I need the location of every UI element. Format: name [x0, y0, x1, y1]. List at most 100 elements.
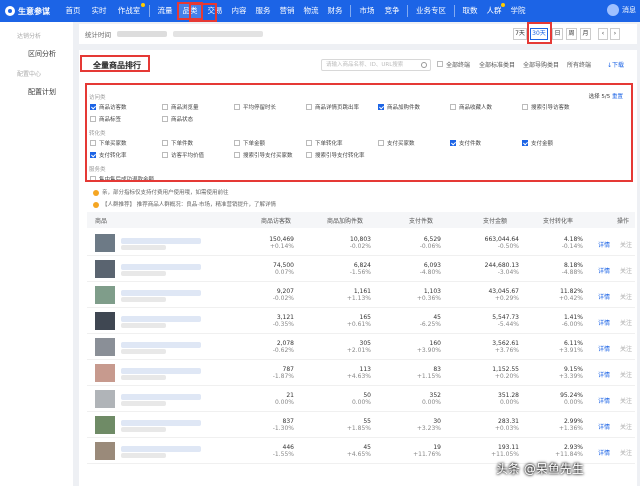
detail-link[interactable]: 详情: [598, 344, 610, 353]
cell-value: 165: [359, 314, 371, 321]
nav-content[interactable]: 内容: [227, 0, 251, 22]
search-input[interactable]: 请输入商品名称、ID、URL搜索: [321, 59, 431, 71]
nav-traffic[interactable]: 流量: [153, 0, 177, 22]
follow-link[interactable]: 关注: [620, 240, 632, 249]
cell-change: +1.85%: [346, 425, 371, 432]
product-name-redacted[interactable]: [121, 264, 201, 270]
notice-crowd: 【人群推荐】 推荐商品人群概况：良品·市场，精准营销提升，了解详情: [93, 200, 276, 208]
terminal-checkbox[interactable]: [437, 61, 443, 67]
user-menu[interactable]: 消息: [607, 4, 636, 16]
prev-icon[interactable]: ‹: [598, 28, 608, 40]
col-pay-amount[interactable]: 支付金额: [483, 216, 507, 225]
cell-value: 3,121: [276, 314, 294, 321]
table-cell: 9,207 -0.02%: [244, 288, 294, 302]
nav-marketing[interactable]: 营销: [275, 0, 299, 22]
follow-link[interactable]: 关注: [620, 448, 632, 457]
nav-market[interactable]: 市场: [354, 0, 380, 22]
range-day[interactable]: 日: [552, 28, 563, 40]
cell-change: -6.25%: [419, 321, 441, 328]
download-button[interactable]: ↓下载: [607, 60, 624, 69]
highlight-box: [85, 83, 633, 182]
date-label: 统计时间: [85, 31, 111, 39]
cell-value: 55: [363, 418, 371, 425]
nav-service[interactable]: 服务: [251, 0, 275, 22]
sidebar-item-range-analysis[interactable]: 区间分析: [28, 49, 56, 59]
table-row: 837 -1.30% 55 +1.85% 30 +3.23% 283.31 +0.03% 2.9…: [87, 412, 635, 438]
product-name-redacted[interactable]: [121, 290, 201, 296]
notice-text: 【人群推荐】 推荐商品人群概况：良品·市场，精准营销提升，了解详情: [102, 202, 276, 208]
nav-realtime[interactable]: 实时: [86, 0, 112, 22]
nav-home[interactable]: 首页: [60, 0, 86, 22]
range-month[interactable]: 月: [580, 28, 591, 40]
product-name-redacted[interactable]: [121, 368, 201, 374]
cell-value: 787: [282, 366, 294, 373]
detail-link[interactable]: 详情: [598, 422, 610, 431]
nav-war-room[interactable]: 作战室: [112, 0, 146, 22]
product-thumbnail[interactable]: [95, 364, 115, 382]
sidebar-item-config-plan[interactable]: 配置计划: [28, 87, 56, 97]
follow-link[interactable]: 关注: [620, 396, 632, 405]
detail-link[interactable]: 详情: [598, 240, 610, 249]
follow-link[interactable]: 关注: [620, 422, 632, 431]
cell-value: 2,078: [276, 340, 294, 347]
product-name-redacted[interactable]: [121, 238, 201, 244]
col-pay-rate[interactable]: 支付转化率: [543, 216, 573, 225]
product-name-redacted[interactable]: [121, 420, 201, 426]
detail-link[interactable]: 详情: [598, 370, 610, 379]
table-cell: 6,824 -1.56%: [321, 262, 371, 276]
product-id-redacted: [121, 427, 166, 432]
cell-value: 244,680.13: [484, 262, 519, 269]
follow-link[interactable]: 关注: [620, 266, 632, 275]
product-name-redacted[interactable]: [121, 316, 201, 322]
next-icon[interactable]: ›: [610, 28, 620, 40]
guide-category-select[interactable]: 全部导购类目: [523, 60, 559, 69]
product-thumbnail[interactable]: [95, 260, 115, 278]
product-name-redacted[interactable]: [121, 342, 201, 348]
product-thumbnail[interactable]: [95, 338, 115, 356]
product-thumbnail[interactable]: [95, 442, 115, 460]
col-visitors[interactable]: 商品访客数: [261, 216, 291, 225]
detail-link[interactable]: 详情: [598, 396, 610, 405]
detail-link[interactable]: 详情: [598, 292, 610, 301]
detail-link[interactable]: 详情: [598, 318, 610, 327]
table-cell: 21 0.00%: [244, 392, 294, 406]
date-value: [173, 31, 263, 37]
terminal-select[interactable]: 所有终端: [567, 60, 591, 69]
product-thumbnail[interactable]: [95, 234, 115, 252]
nav-data[interactable]: 取数: [458, 0, 482, 22]
nav-finance[interactable]: 财务: [323, 0, 347, 22]
follow-link[interactable]: 关注: [620, 370, 632, 379]
search-icon: [421, 62, 427, 68]
product-name-redacted[interactable]: [121, 394, 201, 400]
detail-link[interactable]: 详情: [598, 448, 610, 457]
range-7d[interactable]: 7天: [513, 28, 527, 40]
nav-crowd[interactable]: 人群: [482, 0, 506, 22]
cell-change: +0.03%: [494, 425, 519, 432]
cell-change: 0.00%: [563, 399, 583, 406]
nav-academy[interactable]: 学院: [506, 0, 530, 22]
product-name-redacted[interactable]: [121, 446, 201, 452]
range-week[interactable]: 周: [566, 28, 577, 40]
app-logo[interactable]: 生意参谋: [0, 6, 60, 17]
nav-competition[interactable]: 竞争: [380, 0, 404, 22]
standard-category-select[interactable]: 全部标准类目: [479, 60, 515, 69]
col-cart[interactable]: 商品加购件数: [327, 216, 363, 225]
table-cell: 8.18% -4.88%: [533, 262, 583, 276]
nav-logistics[interactable]: 物流: [299, 0, 323, 22]
product-thumbnail[interactable]: [95, 312, 115, 330]
product-thumbnail[interactable]: [95, 416, 115, 434]
nav-business[interactable]: 业务专区: [411, 0, 451, 22]
sidebar-caption: 配置中心: [17, 71, 42, 78]
follow-link[interactable]: 关注: [620, 318, 632, 327]
product-thumbnail[interactable]: [95, 390, 115, 408]
follow-link[interactable]: 关注: [620, 344, 632, 353]
follow-link[interactable]: 关注: [620, 292, 632, 301]
table-cell: 3,121 -0.35%: [244, 314, 294, 328]
detail-link[interactable]: 详情: [598, 266, 610, 275]
notice-upgrade: 亲，部分指标仅支持付费用户使用哦，如需使用前往: [93, 188, 229, 196]
product-thumbnail[interactable]: [95, 286, 115, 304]
col-pay-qty[interactable]: 支付件数: [409, 216, 433, 225]
cell-change: -0.35%: [272, 321, 294, 328]
table-row: 2,078 -0.62% 305 +2.01% 160 +3.90% 3,562.61 +3.…: [87, 334, 635, 360]
table-cell: 150,469 +0.14%: [244, 236, 294, 250]
